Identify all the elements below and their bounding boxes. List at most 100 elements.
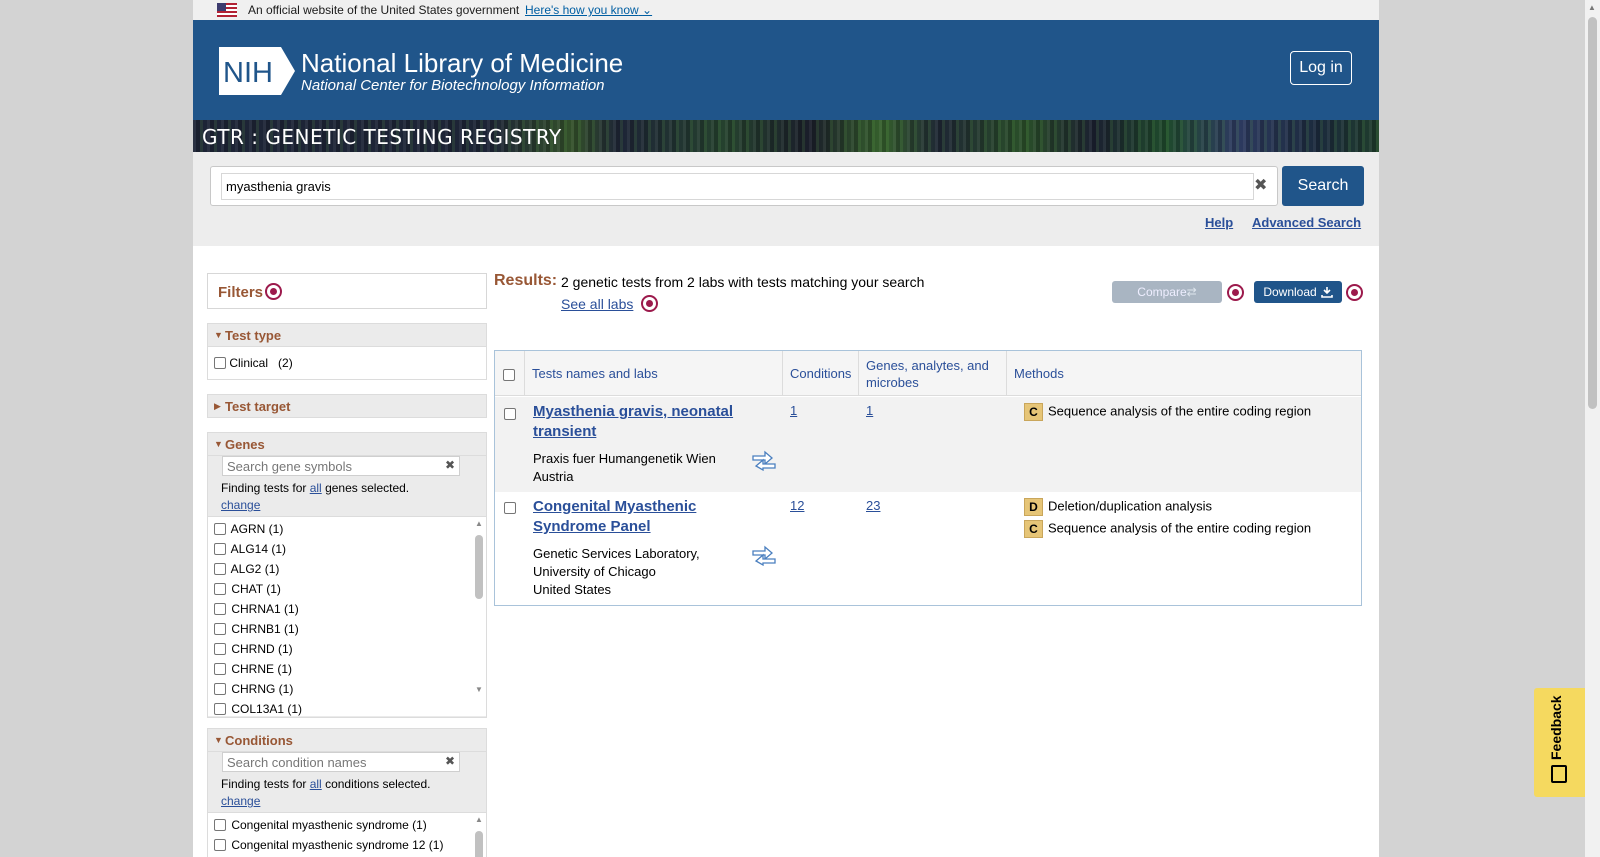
login-button[interactable]: Log in	[1290, 51, 1352, 85]
filters-info-icon[interactable]	[265, 283, 282, 300]
facet-test-target[interactable]: ▶ Test target	[207, 394, 487, 418]
checkbox[interactable]	[214, 357, 226, 369]
list-item[interactable]: CHRND (1)	[214, 642, 293, 656]
checkbox[interactable]	[214, 583, 226, 595]
compare-arrows-icon: ⇄	[1186, 285, 1197, 299]
nlm-title[interactable]: National Library of Medicine	[301, 48, 623, 79]
genes-count-link[interactable]: 23	[866, 498, 880, 513]
results-label: Results:	[494, 272, 558, 289]
download-info-icon[interactable]	[1346, 284, 1363, 301]
table-row: Congenital Myasthenic Syndrome Panel Gen…	[495, 492, 1361, 605]
gtr-title[interactable]: GTR : GENETIC TESTING REGISTRY	[202, 125, 562, 149]
genes-count-link[interactable]: 1	[866, 403, 873, 418]
clear-search-icon[interactable]: ✖	[1254, 175, 1267, 195]
list-item[interactable]: CHAT (1)	[214, 582, 281, 596]
col-conditions[interactable]: Conditions	[782, 351, 858, 396]
list-item[interactable]: Congenital myasthenic syndrome 12 (1)	[214, 838, 443, 852]
search-box: ✖	[210, 166, 1278, 206]
download-button[interactable]: Download	[1254, 281, 1342, 303]
list-item[interactable]: AGRN (1)	[214, 522, 283, 536]
page: An official website of the United States…	[193, 0, 1379, 857]
triangle-right-icon: ▶	[214, 401, 221, 411]
see-all-labs-link[interactable]: See all labs	[561, 296, 633, 312]
feedback-tab[interactable]: Feedback	[1534, 688, 1585, 797]
table-header: Tests names and labs Conditions Genes, a…	[495, 351, 1361, 396]
gene-search-input[interactable]: Search gene symbols ✖	[222, 456, 460, 476]
list-item-label: CHRNE (1)	[231, 662, 293, 676]
col-methods[interactable]: Methods	[1006, 351, 1361, 396]
genes-list-scrollbar[interactable]: ▲ ▼	[474, 517, 484, 716]
select-all-checkbox[interactable]	[503, 367, 515, 382]
lab-name-text[interactable]: Genetic Services Laboratory, University …	[533, 546, 700, 579]
checkbox[interactable]	[214, 819, 226, 831]
list-item[interactable]: ALG2 (1)	[214, 562, 279, 576]
list-item-label: Congenital myasthenic syndrome 12 (1)	[231, 838, 444, 852]
test-title-link[interactable]: Congenital Myasthenic Syndrome Panel	[533, 497, 743, 537]
row-checkbox[interactable]	[504, 406, 516, 421]
advanced-search-link[interactable]: Advanced Search	[1252, 215, 1361, 230]
feedback-label: Feedback	[1548, 695, 1564, 760]
list-item[interactable]: ALG14 (1)	[214, 542, 286, 556]
facet-conditions[interactable]: ▼ Conditions	[207, 728, 487, 752]
facet-genes[interactable]: ▼ Genes	[207, 432, 487, 456]
nih-logo[interactable]: NIH	[217, 47, 295, 95]
search-input[interactable]	[221, 173, 1254, 200]
facet-test-type[interactable]: ▼ Test type	[207, 323, 487, 347]
checkbox[interactable]	[214, 703, 226, 715]
test-type-clinical[interactable]: Clinical (2)	[214, 356, 293, 370]
see-all-labs-info-icon[interactable]	[641, 295, 658, 312]
method-text: Deletion/duplication analysis	[1048, 498, 1213, 514]
clinical-label: Clinical	[229, 356, 269, 370]
list-item[interactable]: Congenital myasthenic syndrome (1)	[214, 818, 427, 832]
checkbox[interactable]	[214, 663, 226, 675]
conditions-change-link[interactable]: change	[221, 794, 260, 808]
triangle-down-icon: ▼	[214, 439, 223, 449]
gov-banner-text: An official website of the United States…	[248, 3, 520, 17]
checkbox[interactable]	[214, 603, 226, 615]
conditions-list[interactable]: Congenital myasthenic syndrome (1) Conge…	[208, 812, 486, 857]
compare-button[interactable]: Compare ⇄	[1112, 281, 1222, 303]
list-item[interactable]: COL13A1 (1)	[214, 702, 302, 716]
clear-gene-search-icon[interactable]: ✖	[445, 458, 455, 472]
compare-info-icon[interactable]	[1227, 284, 1244, 301]
genes-change-link[interactable]: change	[221, 498, 260, 512]
genes-list[interactable]: AGRN (1) ALG14 (1) ALG2 (1) CHAT (1) CHR…	[208, 516, 486, 716]
list-item[interactable]: CHRNB1 (1)	[214, 622, 299, 636]
col-tests-names[interactable]: Tests names and labs	[524, 351, 782, 396]
conditions-list-scrollbar[interactable]: ▲	[474, 813, 484, 857]
checkbox[interactable]	[214, 523, 226, 535]
checkbox[interactable]	[214, 683, 226, 695]
genes-all-link[interactable]: all	[310, 481, 322, 495]
col-genes[interactable]: Genes, analytes, and microbes	[858, 351, 1006, 396]
checkbox[interactable]	[214, 643, 226, 655]
triangle-down-icon: ▼	[214, 735, 223, 745]
facet-genes-label: Genes	[225, 437, 265, 452]
search-button[interactable]: Search	[1282, 166, 1364, 206]
list-item[interactable]: CHRNG (1)	[214, 682, 293, 696]
list-item-label: ALG2 (1)	[230, 562, 280, 576]
conditions-count-link[interactable]: 1	[790, 403, 797, 418]
lab-country: United States	[533, 582, 612, 597]
checkbox[interactable]	[214, 839, 226, 851]
how-you-know-link[interactable]: Here's how you know ⌄	[525, 3, 652, 17]
conditions-all-link[interactable]: all	[310, 777, 322, 791]
condition-search-input[interactable]: Search condition names ✖	[222, 752, 460, 772]
test-title-link[interactable]: Myasthenia gravis, neonatal transient	[533, 402, 743, 442]
help-link[interactable]: Help	[1205, 215, 1233, 230]
us-flag-icon	[217, 3, 237, 17]
checkbox[interactable]	[214, 563, 226, 575]
list-item[interactable]: CHRNE (1)	[214, 662, 292, 676]
compare-arrows-icon[interactable]	[751, 544, 777, 566]
checkbox[interactable]	[214, 623, 226, 635]
compare-arrows-icon[interactable]	[751, 449, 777, 471]
clear-condition-search-icon[interactable]: ✖	[445, 754, 455, 768]
list-item[interactable]: CHRNA1 (1)	[214, 602, 299, 616]
page-scrollbar[interactable]: ▲	[1585, 0, 1600, 857]
row-checkbox[interactable]	[504, 500, 516, 515]
lab-name-text[interactable]: Praxis fuer Humangenetik Wien	[533, 451, 716, 466]
conditions-count-link[interactable]: 12	[790, 498, 804, 513]
conditions-finding-text: Finding tests for all conditions selecte…	[221, 777, 431, 791]
checkbox[interactable]	[214, 543, 226, 555]
facet-test-type-label: Test type	[225, 328, 282, 343]
triangle-down-icon: ▼	[214, 330, 223, 340]
